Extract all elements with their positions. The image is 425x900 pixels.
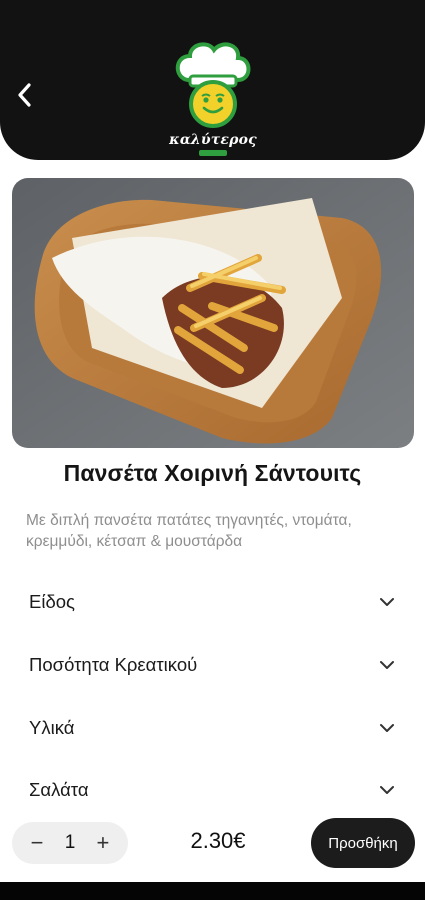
increase-button[interactable]: + xyxy=(92,832,114,854)
option-label: Υλικά xyxy=(29,717,75,738)
option-label: Είδος xyxy=(29,591,75,612)
option-salad[interactable]: Σαλάτα xyxy=(0,762,425,818)
brand-subtext: CAFE xyxy=(199,150,227,156)
chevron-down-icon xyxy=(379,720,395,736)
chevron-left-icon xyxy=(18,83,31,107)
chef-mascot-icon xyxy=(175,42,251,128)
option-type[interactable]: Είδος xyxy=(0,574,425,630)
app-header: καλύτερος CAFE xyxy=(0,34,425,160)
add-to-cart-button[interactable]: Προσθήκη xyxy=(311,818,415,868)
brand-logo: καλύτερος CAFE xyxy=(168,40,258,156)
quantity-stepper: − 1 + xyxy=(12,822,128,864)
product-image xyxy=(12,178,414,448)
chevron-down-icon xyxy=(379,594,395,610)
system-nav-bar xyxy=(0,882,425,900)
product-title: Πανσέτα Χοιρινή Σάντουιτς xyxy=(63,460,362,486)
chevron-down-icon xyxy=(379,657,395,673)
quantity-value: 1 xyxy=(64,832,76,853)
option-label: Σαλάτα xyxy=(29,779,89,800)
decrease-button[interactable]: − xyxy=(26,832,48,854)
status-bar xyxy=(0,0,425,34)
back-button[interactable] xyxy=(8,78,42,112)
option-ingredients[interactable]: Υλικά xyxy=(0,700,425,756)
product-description: Με διπλή πανσέτα πατάτες τηγανητές, ντομ… xyxy=(26,512,352,550)
cart-bar: − 1 + 2.30€ Προσθήκη xyxy=(0,816,425,882)
price-label: 2.30€ xyxy=(190,828,246,853)
chevron-down-icon xyxy=(379,782,395,798)
brand-name: καλύτερος xyxy=(169,132,257,148)
souvlaki-wrap-photo xyxy=(12,178,414,448)
option-label: Ποσότητα Κρεατικού xyxy=(29,654,198,675)
option-meat-quantity[interactable]: Ποσότητα Κρεατικού xyxy=(0,637,425,693)
